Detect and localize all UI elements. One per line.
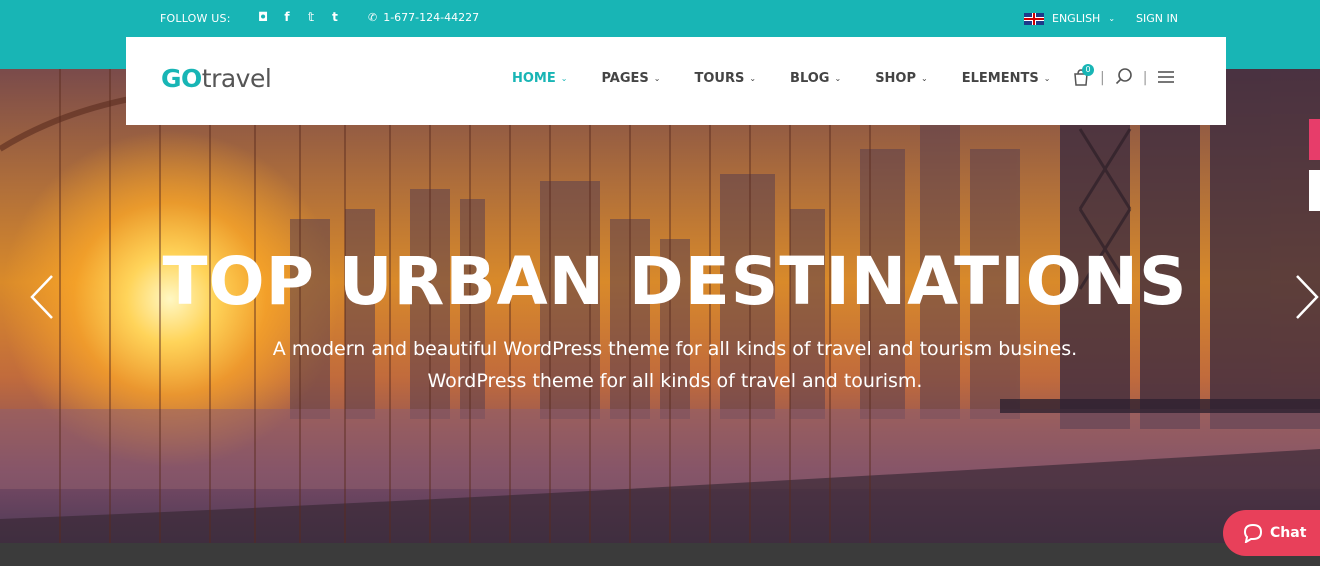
- chevron-down-icon: ⌄: [921, 74, 928, 83]
- nav-label: PAGES: [601, 71, 649, 86]
- nav-item-shop[interactable]: SHOP ⌄: [875, 71, 928, 86]
- main-header: GOtravel HOME ⌄ PAGES ⌄ TOURS ⌄ BLOG ⌄ SHOP ⌄…: [126, 37, 1226, 125]
- header-tools: 0 | |: [1072, 64, 1175, 89]
- bottom-strip: [0, 543, 1320, 566]
- nav-label: BLOG: [790, 71, 830, 86]
- nav-label: TOURS: [694, 71, 745, 86]
- chat-bubble-icon: [1243, 523, 1263, 543]
- chevron-down-icon: ⌄: [1043, 74, 1051, 83]
- uk-flag-icon: [1024, 12, 1044, 25]
- logo-go: GO: [161, 64, 202, 93]
- chevron-down-icon: ⌄: [749, 74, 757, 83]
- twitter-icon[interactable]: 𝕥: [304, 10, 318, 24]
- phone-number: 1-677-124-44227: [383, 11, 480, 24]
- nav-item-pages[interactable]: PAGES ⌄: [601, 71, 660, 86]
- nav-item-tours[interactable]: TOURS ⌄: [694, 71, 756, 86]
- chevron-down-icon: ⌄: [1108, 14, 1116, 23]
- chevron-down-icon: ⌄: [653, 74, 661, 83]
- social-links: ◘ f 𝕥 t: [256, 10, 342, 24]
- nav-item-elements[interactable]: ELEMENTS ⌄: [962, 71, 1051, 86]
- search-icon[interactable]: [1115, 67, 1133, 89]
- divider: |: [1142, 70, 1148, 86]
- chat-label: Chat: [1270, 525, 1307, 541]
- instagram-icon[interactable]: ◘: [256, 10, 270, 24]
- phone-contact[interactable]: ✆ 1-677-124-44227: [368, 11, 479, 24]
- main-menu: HOME ⌄ PAGES ⌄ TOURS ⌄ BLOG ⌄ SHOP ⌄ ELEMENTS…: [512, 71, 1050, 86]
- sign-in-link[interactable]: SIGN IN: [1136, 12, 1178, 25]
- hero-subtitle-line-1: A modern and beautiful WordPress theme f…: [272, 338, 1078, 360]
- nav-item-home[interactable]: HOME ⌄: [512, 71, 567, 86]
- divider: |: [1100, 70, 1105, 86]
- hero-slider: TOP URBAN DESTINATIONS A modern and beau…: [0, 69, 1320, 543]
- cart-count-badge: 0: [1082, 64, 1094, 76]
- chevron-down-icon: ⌄: [560, 74, 568, 83]
- tumblr-icon[interactable]: t: [328, 10, 342, 24]
- hero-subtitle: A modern and beautiful WordPress theme f…: [0, 333, 1320, 397]
- language-selector[interactable]: ENGLISH ⌄: [1024, 12, 1115, 25]
- side-panel-tab-white[interactable]: [1309, 170, 1320, 211]
- side-panel-tab-pink[interactable]: [1309, 119, 1320, 160]
- chat-button[interactable]: Chat: [1223, 510, 1320, 556]
- cart-icon[interactable]: 0: [1072, 64, 1094, 87]
- follow-label: FOLLOW US:: [160, 12, 231, 25]
- nav-label: SHOP: [875, 71, 917, 86]
- hero-subtitle-line-2: WordPress theme for all kinds of travel …: [427, 370, 923, 392]
- chevron-down-icon: ⌄: [834, 74, 842, 83]
- phone-icon: ✆: [368, 11, 378, 24]
- nav-label: ELEMENTS: [961, 71, 1039, 86]
- nav-item-blog[interactable]: BLOG ⌄: [790, 71, 841, 86]
- logo-travel: travel: [201, 64, 272, 93]
- language-label: ENGLISH: [1052, 12, 1101, 25]
- menu-icon[interactable]: [1157, 69, 1175, 88]
- facebook-icon[interactable]: f: [280, 10, 294, 24]
- hero-title: TOP URBAN DESTINATIONS: [162, 243, 1188, 320]
- site-logo[interactable]: GOtravel: [161, 64, 272, 93]
- nav-label: HOME: [512, 71, 556, 86]
